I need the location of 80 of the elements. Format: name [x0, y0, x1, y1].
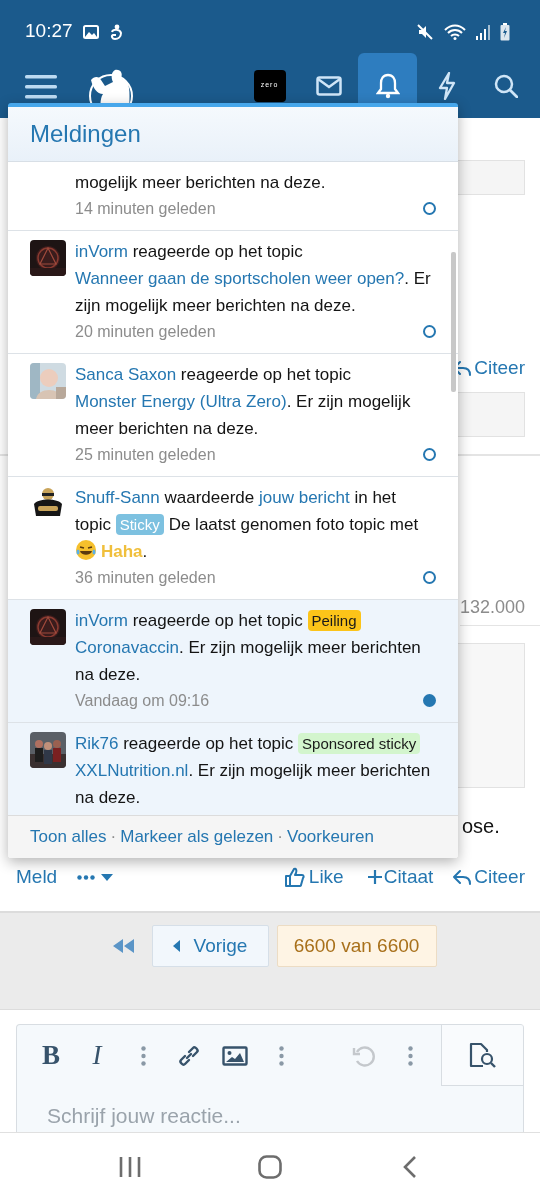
- footer-link[interactable]: Voorkeuren: [287, 824, 374, 850]
- recents-icon: [118, 1155, 142, 1179]
- notification-text: inVorm reageerde op het topic Wanneer gaan de sportscholen weer open?. Er zijn mogelijk meer berichten na deze.: [75, 241, 432, 317]
- user-link[interactable]: inVorm: [75, 242, 128, 261]
- search-icon: [493, 73, 518, 98]
- dots-icon: [77, 874, 96, 880]
- topic-link[interactable]: Coronavaccin: [75, 638, 179, 657]
- image-icon: [82, 24, 99, 39]
- notification-item[interactable]: Rik76 reageerde op het topic Sponsored sticky XXLNutrition.nl. Er zijn mogelijk meer berichten na deze.: [8, 723, 458, 815]
- reply-icon: [453, 869, 472, 885]
- topic-link[interactable]: XXLNutrition.nl: [75, 761, 189, 780]
- vertical-dots-icon: [407, 1045, 413, 1066]
- notification-text: inVorm reageerde op het topic Peiling Coronavaccin. Er zijn mogelijk meer berichten na deze.: [75, 609, 422, 686]
- caret-icon: [101, 873, 114, 881]
- plus-icon: [367, 870, 382, 884]
- signal-icon: [476, 23, 490, 40]
- timestamp-text: 36 minuten geleden: [75, 567, 216, 588]
- figure-icon: [108, 23, 123, 40]
- post-number-text: 132.000: [459, 596, 525, 619]
- notification-item[interactable]: Sanca Saxon reageerde op het topic Monster Energy (Ultra Zero). Er zijn mogelijk meer berichten na deze. 25 minuten geleden: [8, 354, 458, 477]
- undo-icon: [352, 1043, 376, 1068]
- footer-link[interactable]: Markeer als gelezen: [120, 824, 274, 850]
- notification-text: mogelijk meer berichten na deze.: [75, 172, 327, 194]
- notification-item[interactable]: inVorm reageerde op het topic Wanneer gaan de sportscholen weer open?. Er zijn mogelijk meer berichten na deze. 20 minuten geleden: [8, 231, 458, 354]
- topic-label: Sticky: [115, 514, 164, 535]
- footer-link[interactable]: Toon alles: [30, 824, 107, 850]
- bold-button[interactable]: B: [28, 1032, 74, 1079]
- topic-link[interactable]: Wanneer gaan de sportscholen weer open?: [75, 269, 405, 288]
- separator-text: ·: [110, 826, 117, 849]
- like-link[interactable]: Like: [284, 864, 344, 890]
- clock-text: 10:27: [25, 19, 73, 44]
- timestamp-text: 14 minuten geleden: [75, 198, 216, 219]
- notification-text: Snuff-Sann waardeerde jouw bericht in het topic Sticky De laatst genomen foto topic met Haha.: [75, 487, 420, 563]
- laughing-emoji-icon: [75, 539, 97, 561]
- page-indicator[interactable]: 6600 van 6600: [276, 925, 437, 967]
- lightning-icon: [437, 71, 456, 100]
- back-icon: [403, 1155, 417, 1179]
- user-link[interactable]: Rik76: [75, 734, 119, 753]
- timestamp-text: 25 minuten geleden: [75, 444, 216, 465]
- topic-link[interactable]: Monster Energy (Ultra Zero): [75, 392, 287, 411]
- separator-text: ·: [277, 826, 283, 849]
- thumbs-up-icon: [284, 867, 305, 887]
- more-button[interactable]: [77, 873, 114, 881]
- double-left-icon: [112, 939, 135, 953]
- mute-icon: [416, 22, 434, 41]
- reply-link[interactable]: Citeer: [453, 864, 525, 890]
- topic-label: Sponsored sticky: [298, 733, 421, 754]
- previous-button[interactable]: Vorige: [151, 925, 269, 967]
- post-text: ose.: [462, 815, 500, 837]
- italic-button[interactable]: I: [74, 1032, 120, 1079]
- document-search-icon: [468, 1042, 497, 1068]
- user-link[interactable]: inVorm: [75, 611, 128, 630]
- image-icon: [222, 1045, 248, 1066]
- notification-item[interactable]: inVorm reageerde op het topic Peiling Coronavaccin. Er zijn mogelijk meer berichten na deze. Vandaag om 09:16: [8, 600, 458, 723]
- bell-icon: [375, 72, 400, 99]
- caret-left-icon: [172, 940, 180, 952]
- user-link[interactable]: Sanca Saxon: [75, 365, 177, 384]
- wifi-icon: [444, 23, 466, 40]
- preview-button[interactable]: [441, 1025, 523, 1086]
- reply-input[interactable]: Schrijf jouw reactie...: [47, 1100, 493, 1132]
- notification-text: Sanca Saxon reageerde op het topic Monster Energy (Ultra Zero). Er zijn mogelijk meer berichten na deze.: [75, 364, 412, 440]
- topic-label: Peiling: [307, 610, 361, 631]
- report-link[interactable]: Meld: [16, 864, 58, 890]
- mail-icon: [315, 75, 342, 96]
- vertical-dots-icon: [278, 1045, 284, 1066]
- notification-text: Rik76 reageerde op het topic Sponsored sticky XXLNutrition.nl. Er zijn mogelijk meer berichten na deze.: [75, 732, 432, 809]
- notification-item[interactable]: mogelijk meer berichten na deze. 14 minuten geleden: [8, 162, 458, 231]
- topic-link[interactable]: jouw bericht: [259, 488, 350, 507]
- notification-item[interactable]: Snuff-Sann waardeerde jouw bericht in het topic Sticky De laatst genomen foto topic met Haha. 36 minuten geleden: [8, 477, 458, 600]
- quote-link[interactable]: Citaat: [367, 864, 434, 890]
- menu-icon: [25, 73, 57, 100]
- popup-title: Meldingen: [30, 119, 141, 149]
- home-icon: [258, 1155, 282, 1179]
- content-box: [458, 392, 525, 437]
- vertical-dots-icon: [140, 1045, 146, 1066]
- user-link[interactable]: Snuff-Sann: [75, 488, 160, 507]
- timestamp-text: Vandaag om 09:16: [75, 690, 210, 711]
- battery-icon: [500, 22, 510, 41]
- timestamp-text: 20 minuten geleden: [75, 321, 216, 342]
- link-icon: [177, 1043, 201, 1068]
